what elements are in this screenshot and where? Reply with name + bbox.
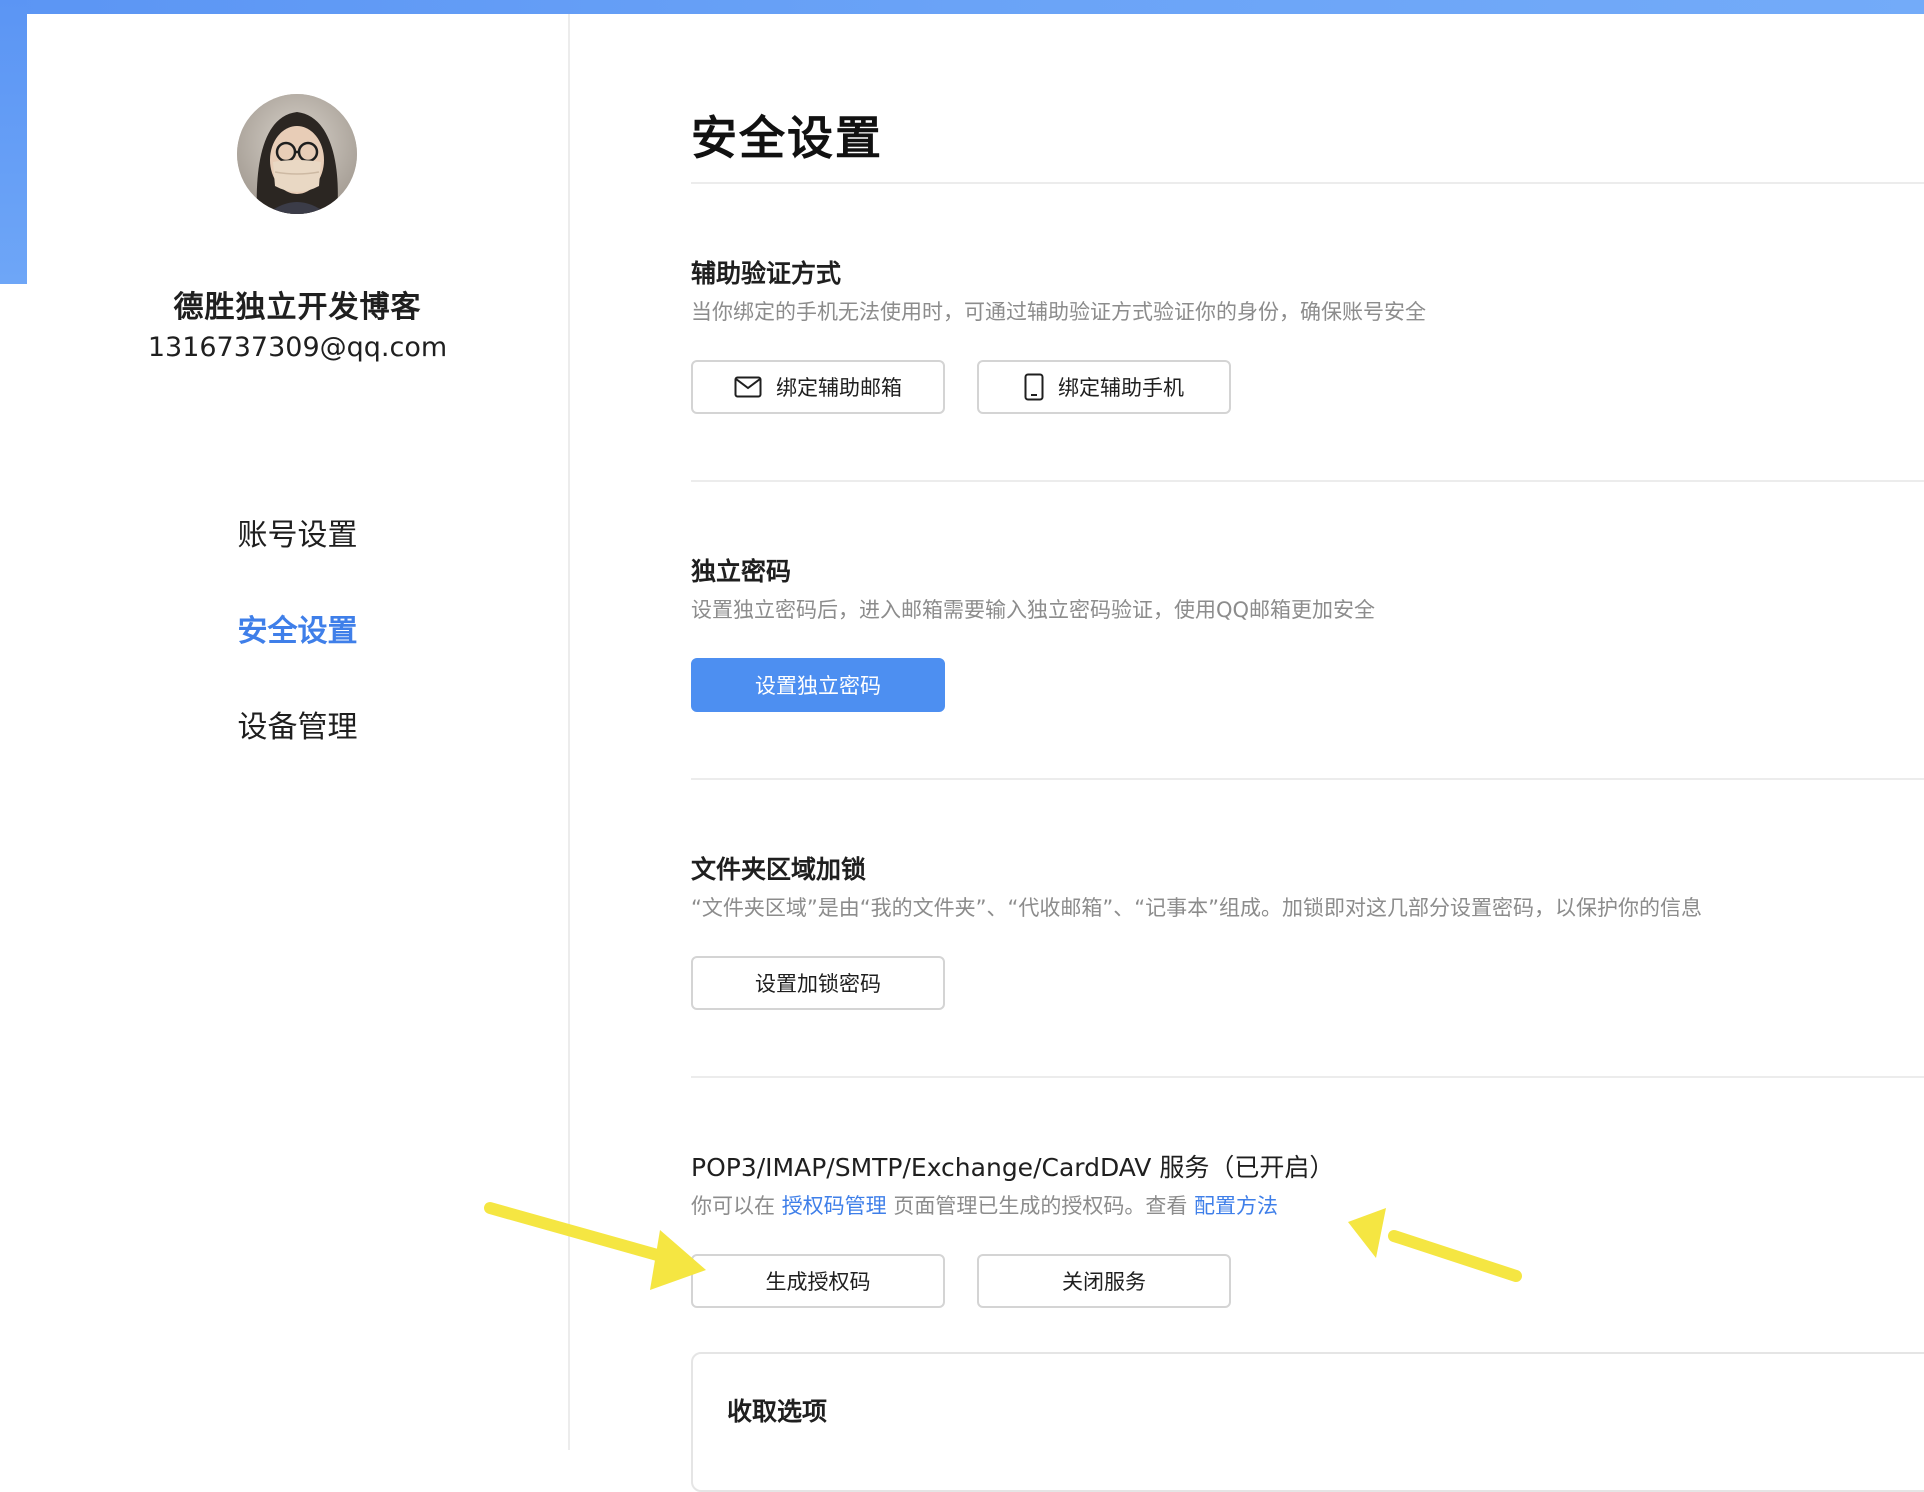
section-title: 独立密码 [691,557,792,586]
config-method-link[interactable]: 配置方法 [1194,1194,1278,1218]
left-accent-band [0,0,27,284]
bind-aux-phone-label: 绑定辅助手机 [1058,376,1184,400]
top-accent-band [0,0,1924,14]
section-title: 文件夹区域加锁 [691,855,867,884]
section-divider [691,1076,1924,1078]
avatar[interactable] [237,94,357,214]
bind-aux-email-button[interactable]: 绑定辅助邮箱 [691,360,945,414]
section-description: 设置独立密码后，进入邮箱需要输入独立密码验证，使用QQ邮箱更加安全 [691,598,1376,622]
sidebar-item-device-management[interactable]: 设备管理 [27,702,568,746]
section-divider [691,480,1924,482]
sidebar-item-security-settings[interactable]: 安全设置 [27,606,568,650]
close-service-button[interactable]: 关闭服务 [977,1254,1231,1308]
mail-icon [734,376,762,398]
page-title: 安全设置 [691,111,883,165]
section-title: 辅助验证方式 [691,259,842,288]
desc-text: 页面管理已生成的授权码。查看 [886,1194,1195,1218]
section-description: 你可以在 授权码管理 页面管理已生成的授权码。查看 配置方法 [691,1190,1278,1220]
avatar-photo [237,94,357,214]
generate-auth-code-button[interactable]: 生成授权码 [691,1254,945,1308]
user-email: 1316737309@qq.com [147,332,448,363]
set-lock-password-button[interactable]: 设置加锁密码 [691,956,945,1010]
user-name: 德胜独立开发博客 [173,290,422,325]
desc-text: 你可以在 [691,1194,782,1218]
main-content: 安全设置 辅助验证方式 当你绑定的手机无法使用时，可通过辅助验证方式验证你的身份… [691,14,1924,1492]
receive-options-card: 收取选项 [691,1352,1924,1492]
bind-aux-email-label: 绑定辅助邮箱 [776,376,902,400]
settings-panel: 德胜独立开发博客 1316737309@qq.com 账号设置 安全设置 设备管… [27,14,1924,1492]
section-divider [691,778,1924,780]
phone-icon [1024,373,1044,401]
auth-code-management-link[interactable]: 授权码管理 [782,1194,887,1218]
section-description: “文件夹区域”是由“我的文件夹”、“代收邮箱”、“记事本”组成。加锁即对这几部分… [691,896,1703,920]
bind-aux-phone-button[interactable]: 绑定辅助手机 [977,360,1231,414]
title-divider [691,182,1924,184]
sidebar-item-account-settings[interactable]: 账号设置 [27,510,568,554]
card-title: 收取选项 [727,1397,828,1426]
section-title: POP3/IMAP/SMTP/Exchange/CardDAV 服务（已开启） [691,1153,1335,1182]
section-description: 当你绑定的手机无法使用时，可通过辅助验证方式验证你的身份，确保账号安全 [691,300,1426,324]
sidebar: 德胜独立开发博客 1316737309@qq.com 账号设置 安全设置 设备管… [27,14,570,1450]
set-standalone-password-button[interactable]: 设置独立密码 [691,658,945,712]
